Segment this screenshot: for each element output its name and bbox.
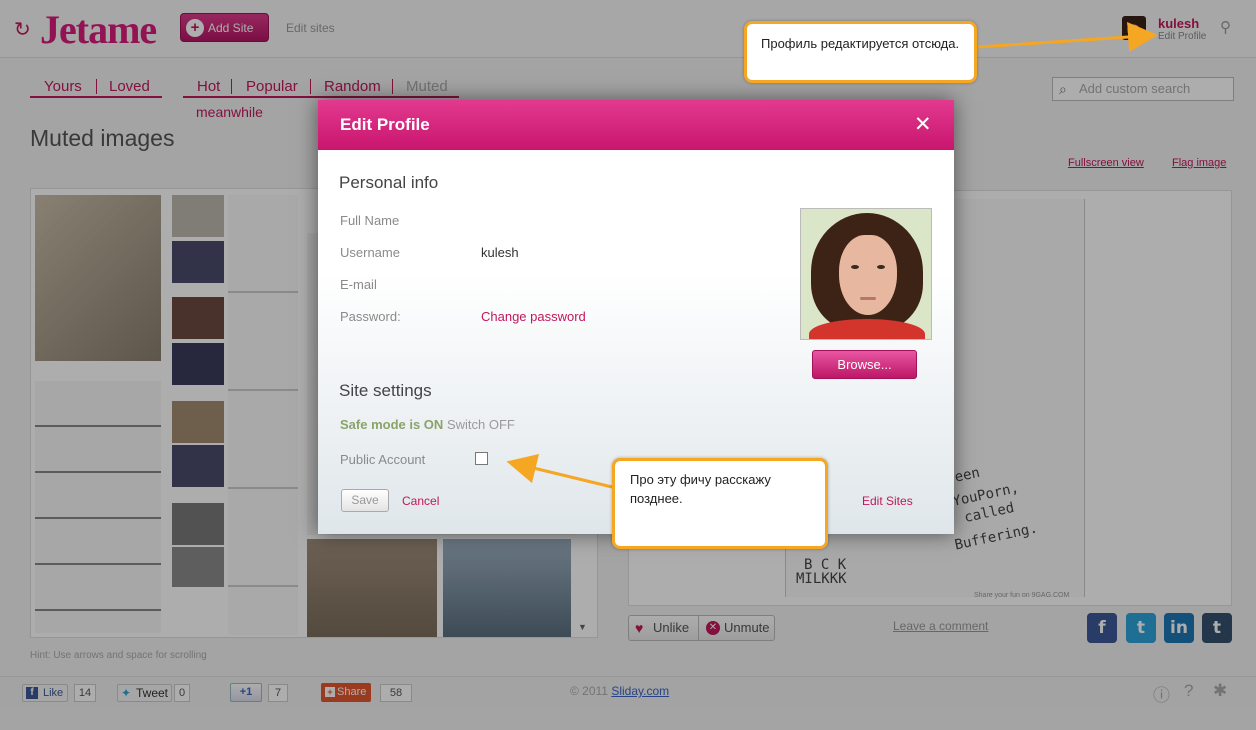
callout-feature-note: Про эту фичу расскажу позднее.	[612, 458, 828, 549]
callout-arrows	[506, 22, 1158, 489]
arrow-to-public-account	[506, 453, 613, 489]
callout-profile-note: Профиль редактируется отсюда.	[744, 21, 977, 83]
arrow-to-edit-profile	[977, 22, 1158, 52]
